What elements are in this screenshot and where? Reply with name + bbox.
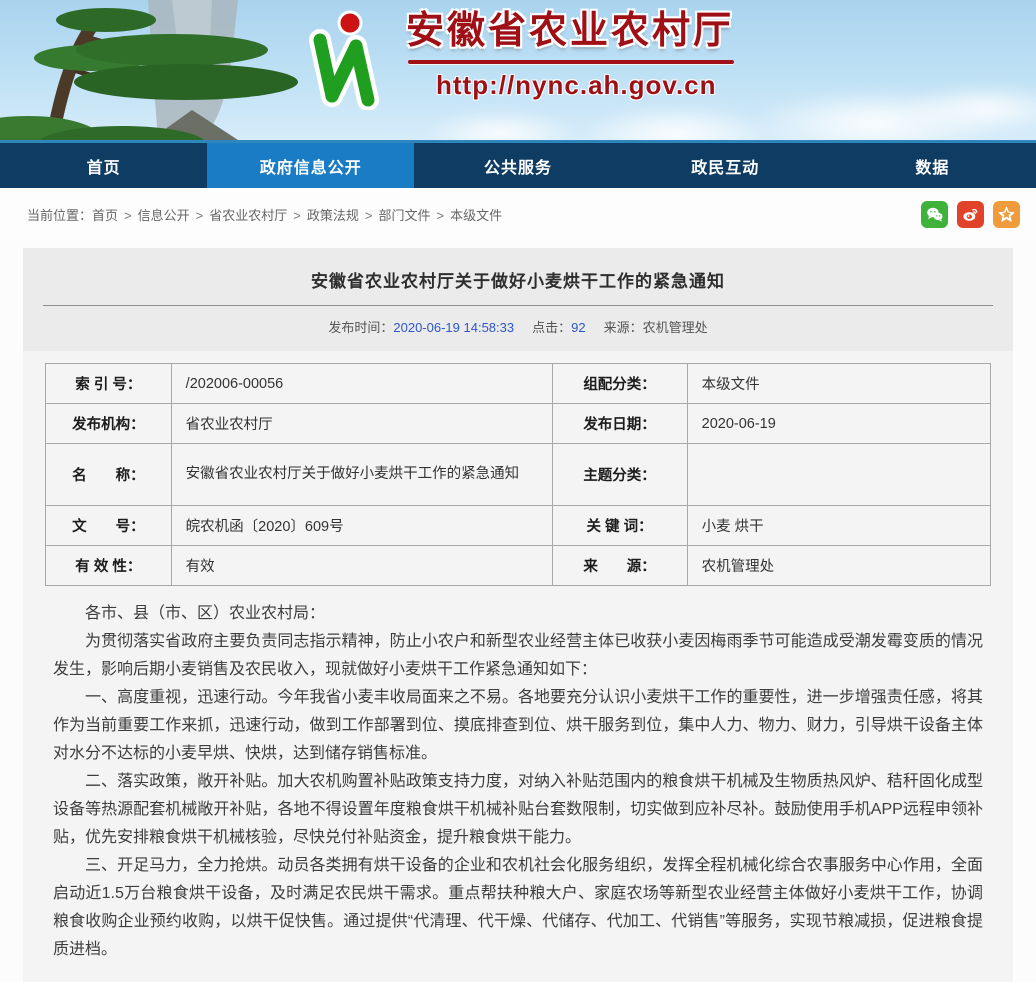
body-paragraph: 为贯彻落实省政府主要负责同志指示精神，防止小农户和新型农业经营主体已收获小麦因梅… <box>53 628 983 684</box>
info-label: 文 号： <box>46 506 172 546</box>
body-paragraph: 一、高度重视，迅速行动。今年我省小麦丰收局面来之不易。各地要充分认识小麦烘干工作… <box>53 684 983 768</box>
info-value: 安徽省农业农村厅关于做好小麦烘干工作的紧急通知 <box>171 444 552 506</box>
breadcrumb-separator: > <box>293 208 301 223</box>
breadcrumb-separator: > <box>124 208 132 223</box>
agriculture-n-logo-icon <box>298 10 390 110</box>
publish-time-label: 发布时间： <box>328 320 393 335</box>
info-label: 发布日期： <box>552 404 687 444</box>
nav-item-政民互动[interactable]: 政民互动 <box>622 143 829 188</box>
info-label: 来 源： <box>552 546 687 586</box>
publish-time-value: 2020-06-19 14:58:33 <box>393 320 514 335</box>
body-paragraph: 三、开足马力，全力抢烘。动员各类拥有烘干设备的企业和农机社会化服务组织，发挥全程… <box>53 852 983 964</box>
document-info-table: 索 引 号：/202006-00056组配分类：本级文件发布机构：省农业农村厅发… <box>45 363 991 586</box>
info-label: 有 效 性： <box>46 546 172 586</box>
nav-item-政府信息公开[interactable]: 政府信息公开 <box>207 143 414 188</box>
info-value: 农机管理处 <box>687 546 990 586</box>
info-value: 小麦 烘干 <box>687 506 990 546</box>
info-value: 省农业农村厅 <box>171 404 552 444</box>
table-row: 文 号：皖农机函〔2020〕609号关 键 词：小麦 烘干 <box>46 506 991 546</box>
info-label: 名 称： <box>46 444 172 506</box>
breadcrumb-separator: > <box>365 208 373 223</box>
info-label: 发布机构： <box>46 404 172 444</box>
info-value: 有效 <box>171 546 552 586</box>
table-row: 发布机构：省农业农村厅发布日期：2020-06-19 <box>46 404 991 444</box>
hits-value: 92 <box>571 320 585 335</box>
cloud <box>420 110 580 143</box>
site-brand: 安徽省农业农村厅 http://nync.ah.gov.cn <box>298 6 734 110</box>
breadcrumb: 当前位置：首页 > 信息公开 > 省农业农村厅 > 政策法规 > 部门文件 > 本级文件 <box>27 205 502 224</box>
content-card: 安徽省农业农村厅关于做好小麦烘干工作的紧急通知 发布时间：2020-06-19 … <box>23 248 1013 982</box>
favorite-star-icon[interactable] <box>993 201 1020 228</box>
nav-item-首页[interactable]: 首页 <box>0 143 207 188</box>
breadcrumb-item[interactable]: 本级文件 <box>450 208 502 223</box>
info-table-wrap: 索 引 号：/202006-00056组配分类：本级文件发布机构：省农业农村厅发… <box>23 351 1013 586</box>
table-row: 索 引 号：/202006-00056组配分类：本级文件 <box>46 364 991 404</box>
table-row: 有 效 性：有效来 源：农机管理处 <box>46 546 991 586</box>
info-label: 主题分类： <box>552 444 687 506</box>
breadcrumb-item[interactable]: 政策法规 <box>307 208 359 223</box>
weibo-icon[interactable] <box>957 201 984 228</box>
info-value: 2020-06-19 <box>687 404 990 444</box>
source-value: 农机管理处 <box>643 320 708 335</box>
info-label: 组配分类： <box>552 364 687 404</box>
breadcrumb-bar: 当前位置：首页 > 信息公开 > 省农业农村厅 > 政策法规 > 部门文件 > 本级文件 <box>0 188 1036 240</box>
site-url[interactable]: http://nync.ah.gov.cn <box>406 70 734 101</box>
breadcrumb-item[interactable]: 省农业农村厅 <box>209 208 287 223</box>
info-label: 索 引 号： <box>46 364 172 404</box>
info-value <box>687 444 990 506</box>
table-row: 名 称：安徽省农业农村厅关于做好小麦烘干工作的紧急通知主题分类： <box>46 444 991 506</box>
wechat-icon[interactable] <box>921 201 948 228</box>
info-label: 关 键 词： <box>552 506 687 546</box>
breadcrumb-separator: > <box>436 208 444 223</box>
info-value: /202006-00056 <box>171 364 552 404</box>
hits-label: 点击： <box>532 320 571 335</box>
breadcrumb-item[interactable]: 部门文件 <box>378 208 430 223</box>
main-nav: 首页政府信息公开公共服务政民互动数据 <box>0 143 1036 188</box>
brand-underline <box>408 60 734 64</box>
breadcrumb-item[interactable]: 信息公开 <box>138 208 190 223</box>
share-icons <box>921 201 1020 228</box>
breadcrumb-prefix: 当前位置： <box>27 208 92 223</box>
breadcrumb-item[interactable]: 首页 <box>92 208 118 223</box>
source-label: 来源： <box>604 320 643 335</box>
article-meta: 发布时间：2020-06-19 14:58:33 点击：92 来源：农机管理处 <box>41 306 995 351</box>
article-body: 各市、县（市、区）农业农村局：为贯彻落实省政府主要负责同志指示精神，防止小农户和… <box>23 586 1013 982</box>
article-title: 安徽省农业农村厅关于做好小麦烘干工作的紧急通知 <box>41 267 995 292</box>
body-paragraph: 二、落实政策，敞开补贴。加大农机购置补贴政策支持力度，对纳入补贴范围内的粮食烘干… <box>53 768 983 852</box>
nav-item-数据[interactable]: 数据 <box>829 143 1036 188</box>
breadcrumb-separator: > <box>196 208 204 223</box>
info-value: 本级文件 <box>687 364 990 404</box>
site-title: 安徽省农业农村厅 <box>406 6 734 57</box>
nav-item-公共服务[interactable]: 公共服务 <box>414 143 621 188</box>
article-header: 安徽省农业农村厅关于做好小麦烘干工作的紧急通知 发布时间：2020-06-19 … <box>23 248 1013 351</box>
site-header: 安徽省农业农村厅 http://nync.ah.gov.cn <box>0 0 1036 143</box>
body-paragraph: 各市、县（市、区）农业农村局： <box>53 600 983 628</box>
info-value: 皖农机函〔2020〕609号 <box>171 506 552 546</box>
